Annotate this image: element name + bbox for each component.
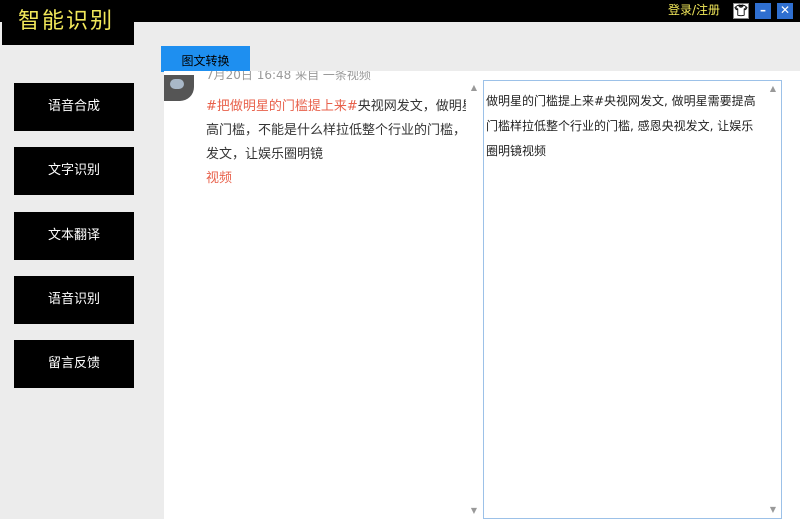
login-register-link[interactable]: 登录/注册 — [668, 1, 720, 19]
avatar — [164, 75, 194, 101]
source-scrollbar[interactable]: ▲ ▼ — [466, 80, 482, 519]
scroll-down-icon[interactable]: ▼ — [466, 503, 482, 519]
tab-image-to-text[interactable]: 图文转换 — [161, 46, 250, 72]
skin-button[interactable]: 👕︎ — [733, 3, 749, 19]
sidebar-item-text-recognition[interactable]: 文字识别 — [14, 147, 134, 195]
post-video-link: 视频 — [206, 171, 233, 186]
result-textarea[interactable]: 做明星的门槛提上来#央视网发文, 做明星需要提高门槛样拉低整个行业的门槛, 感恩… — [483, 80, 782, 519]
sidebar-item-speech-synthesis[interactable]: 语音合成 — [14, 83, 134, 131]
post-text: #把做明星的门槛提上来#央视网发文，做明星需要提高门槛，不能是什么样拉低整个行业… — [206, 95, 466, 191]
post-meta: 7月20日 16:48 来自 一条视频 — [206, 71, 371, 82]
source-image-pane: 7月20日 16:48 来自 一条视频 #把做明星的门槛提上来#央视网发文，做明… — [164, 71, 466, 519]
sidebar-item-text-translation[interactable]: 文本翻译 — [14, 212, 134, 260]
minimize-button[interactable]: – — [755, 3, 771, 19]
scroll-down-icon[interactable]: ▼ — [765, 502, 781, 518]
scroll-up-icon[interactable]: ▲ — [765, 81, 781, 97]
close-button[interactable]: ✕ — [777, 3, 793, 19]
result-text[interactable]: 做明星的门槛提上来#央视网发文, 做明星需要提高门槛样拉低整个行业的门槛, 感恩… — [486, 89, 762, 519]
app-title: 智能识别 — [2, 0, 134, 45]
sidebar-item-feedback[interactable]: 留言反馈 — [14, 340, 134, 388]
scroll-up-icon[interactable]: ▲ — [466, 80, 482, 96]
sidebar-item-speech-recognition[interactable]: 语音识别 — [14, 276, 134, 324]
tshirt-icon: 👕︎ — [734, 4, 748, 17]
result-scrollbar[interactable]: ▲ ▼ — [765, 81, 781, 518]
post-hashtag: #把做明星的门槛提上来# — [206, 99, 358, 114]
